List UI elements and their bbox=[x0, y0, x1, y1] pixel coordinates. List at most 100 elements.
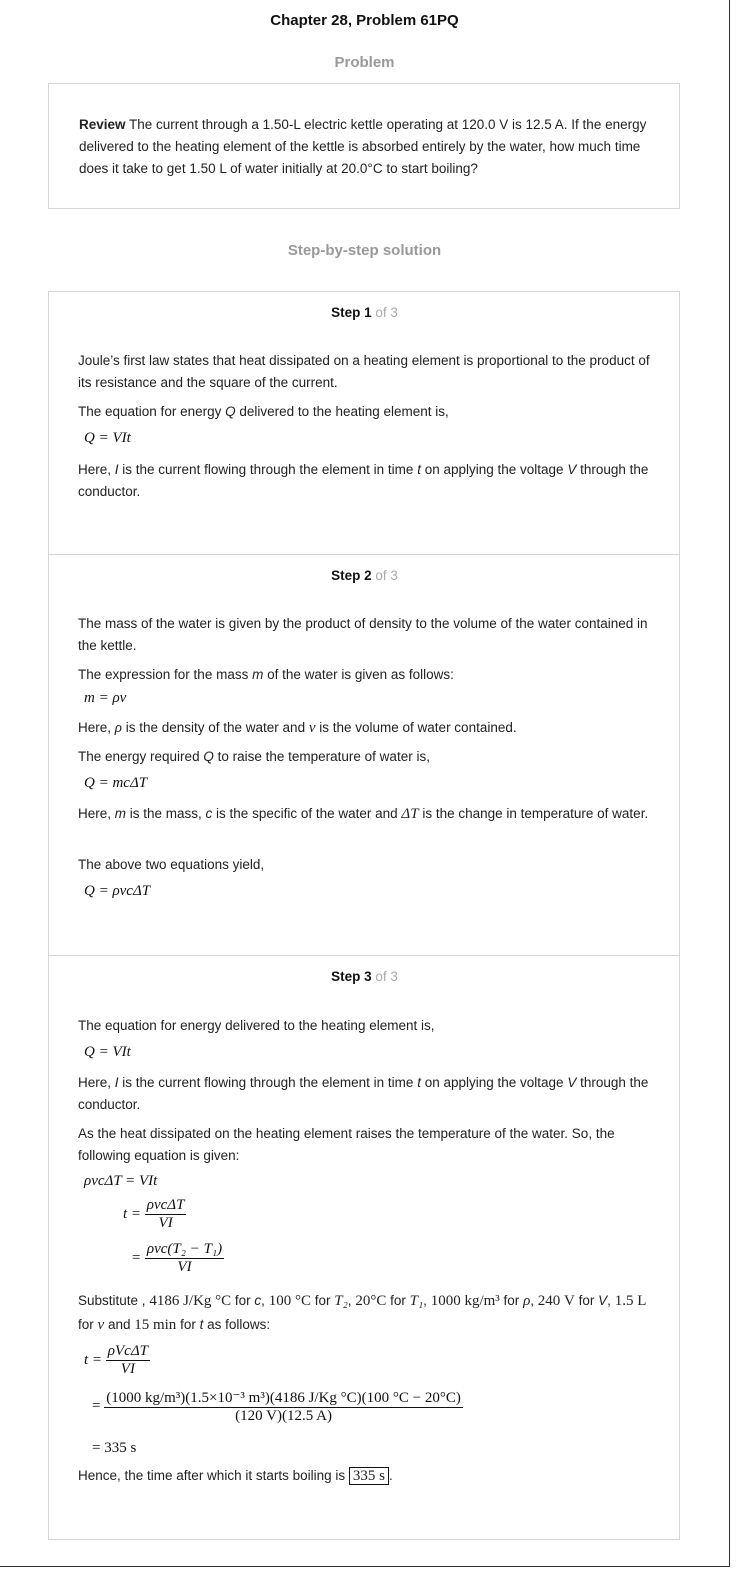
text-run: for bbox=[499, 1293, 524, 1308]
value: 1000 kg/m³ bbox=[430, 1293, 500, 1309]
text-run: , bbox=[347, 1293, 352, 1308]
denominator: VI bbox=[158, 1215, 173, 1231]
text-run: for bbox=[386, 1293, 410, 1308]
equation-lhs: t = bbox=[84, 1351, 103, 1368]
step-2-paragraph-6: The above two equations yield, bbox=[78, 857, 265, 872]
equation-result: = 335 s bbox=[92, 1440, 137, 1456]
problem-box: Review The current through a 1.50-L elec… bbox=[48, 83, 680, 209]
text-run: on applying the voltage bbox=[420, 462, 568, 477]
final-answer-box: 335 s bbox=[348, 1467, 389, 1485]
step-label: Step 1 bbox=[331, 305, 372, 320]
equation-fraction: = ρvc(T₂ − T₁) VI bbox=[131, 1241, 225, 1276]
variable: m bbox=[114, 806, 127, 821]
text-run: The equation for energy bbox=[78, 404, 226, 419]
text-run: of the water is given as follows: bbox=[263, 667, 454, 682]
equation-fraction: = (1000 kg/m³)(1.5×10⁻³ m³)(4186 J/Kg °C… bbox=[92, 1388, 463, 1425]
page-title: Chapter 28, Problem 61PQ bbox=[270, 12, 459, 29]
equation-lhs: = bbox=[92, 1397, 101, 1414]
step-2-paragraph-2: The expression for the mass m of the wat… bbox=[78, 664, 653, 686]
variable: Q bbox=[225, 404, 236, 419]
problem-text: The current through a 1.50-L electric ke… bbox=[79, 117, 647, 176]
text-run: for bbox=[176, 1317, 200, 1332]
problem-heading: Problem bbox=[334, 54, 395, 71]
text-run: The energy required bbox=[78, 749, 204, 764]
numerator: ρVcΔT bbox=[105, 1343, 150, 1361]
denominator: VI bbox=[120, 1361, 135, 1377]
variable: V bbox=[598, 1293, 608, 1308]
step-divider bbox=[48, 554, 680, 555]
step-2-paragraph-1: The mass of the water is given by the pr… bbox=[78, 616, 648, 653]
text-run: is the mass, bbox=[126, 806, 206, 821]
numerator: ρvcΔT bbox=[144, 1197, 187, 1215]
equation: Q = VIt bbox=[84, 430, 131, 446]
step-2-paragraph-5: Here, m is the mass, c is the specific o… bbox=[78, 803, 653, 825]
solution-heading: Step-by-step solution bbox=[287, 242, 442, 259]
step-label: Step 2 bbox=[331, 568, 372, 583]
value: 15 min bbox=[134, 1317, 177, 1333]
text-run: is the current flowing through the eleme… bbox=[118, 462, 418, 477]
variable: T₂ bbox=[334, 1293, 348, 1309]
equation-lhs: = bbox=[131, 1249, 142, 1266]
variable: Q bbox=[203, 749, 214, 764]
problem-lead: Review bbox=[79, 117, 126, 132]
step-3-paragraph-3: As the heat dissipated on the heating el… bbox=[78, 1126, 615, 1163]
value: 1.5 L bbox=[614, 1293, 647, 1309]
step-1-header: Step 1 of 3 bbox=[0, 305, 729, 320]
step-count: of 3 bbox=[371, 568, 398, 583]
step-count: of 3 bbox=[371, 305, 398, 320]
text-run: for bbox=[310, 1293, 335, 1308]
step-3-header: Step 3 of 3 bbox=[0, 969, 729, 984]
equation: m = ρv bbox=[84, 690, 127, 706]
text-run: Here, bbox=[78, 720, 115, 735]
equation-lhs: t = bbox=[123, 1205, 142, 1222]
text-run: , bbox=[530, 1293, 535, 1308]
text-run: Substitute , bbox=[78, 1293, 146, 1308]
variable: T₁ bbox=[409, 1293, 424, 1309]
step-1-paragraph-3: Here, I is the current flowing through t… bbox=[78, 459, 653, 503]
text-run: The expression for the mass bbox=[78, 667, 253, 682]
text-run: Here, bbox=[78, 462, 115, 477]
text-run: delivered to the heating element is, bbox=[235, 404, 449, 419]
text-run: Hence, the time after which it starts bo… bbox=[78, 1468, 349, 1483]
equation: ρvcΔT = VIt bbox=[84, 1173, 158, 1189]
value: 4186 J/Kg °C bbox=[149, 1293, 232, 1309]
equation: Q = mcΔT bbox=[84, 775, 148, 791]
text-run: is the density of the water and bbox=[121, 720, 309, 735]
text-run: on applying the voltage bbox=[420, 1075, 568, 1090]
substitution-paragraph: Substitute , 4186 J/Kg °C for c, 100 °C … bbox=[78, 1289, 653, 1337]
step-count: of 3 bbox=[371, 969, 398, 984]
value: 100 °C bbox=[268, 1293, 311, 1309]
step-3-paragraph-1: The equation for energy delivered to the… bbox=[78, 1018, 435, 1033]
numerator: (1000 kg/m³)(1.5×10⁻³ m³)(4186 J/Kg °C)(… bbox=[104, 1390, 463, 1408]
text-run: . bbox=[388, 1468, 393, 1483]
denominator: VI bbox=[177, 1259, 192, 1275]
text-run: as follows: bbox=[203, 1317, 271, 1332]
step-divider bbox=[48, 955, 680, 956]
value: 240 V bbox=[537, 1293, 575, 1309]
equation-fraction: t = ρvcΔT VI bbox=[123, 1197, 187, 1232]
variable: V bbox=[567, 462, 577, 477]
text-run: is the current flowing through the eleme… bbox=[118, 1075, 418, 1090]
text-run: for bbox=[78, 1317, 98, 1332]
step-2-paragraph-3: Here, ρ is the density of the water and … bbox=[78, 717, 653, 739]
problem-statement: Review The current through a 1.50-L elec… bbox=[79, 114, 649, 180]
value: 20°C bbox=[355, 1293, 387, 1309]
step-2-header: Step 2 of 3 bbox=[0, 568, 729, 583]
variable: ΔT bbox=[401, 806, 419, 822]
step-label: Step 3 bbox=[331, 969, 372, 984]
text-run: to raise the temperature of water is, bbox=[213, 749, 430, 764]
variable: v bbox=[308, 720, 316, 736]
variable: V bbox=[567, 1075, 577, 1090]
text-run: is the specific of the water and bbox=[212, 806, 402, 821]
step-1-paragraph-1: Joule’s first law states that heat dissi… bbox=[78, 353, 650, 390]
text-run: , bbox=[607, 1293, 611, 1308]
text-run: for bbox=[231, 1293, 255, 1308]
text-run: and bbox=[104, 1317, 135, 1332]
variable: m bbox=[252, 667, 264, 682]
numerator: ρvc(T₂ − T₁) bbox=[144, 1241, 225, 1259]
text-run: is the change in temperature of water. bbox=[418, 806, 649, 821]
text-run: Here, bbox=[78, 1075, 115, 1090]
text-run: for bbox=[574, 1293, 599, 1308]
step-3-paragraph-2: Here, I is the current flowing through t… bbox=[78, 1072, 653, 1116]
text-run: , bbox=[261, 1293, 265, 1308]
